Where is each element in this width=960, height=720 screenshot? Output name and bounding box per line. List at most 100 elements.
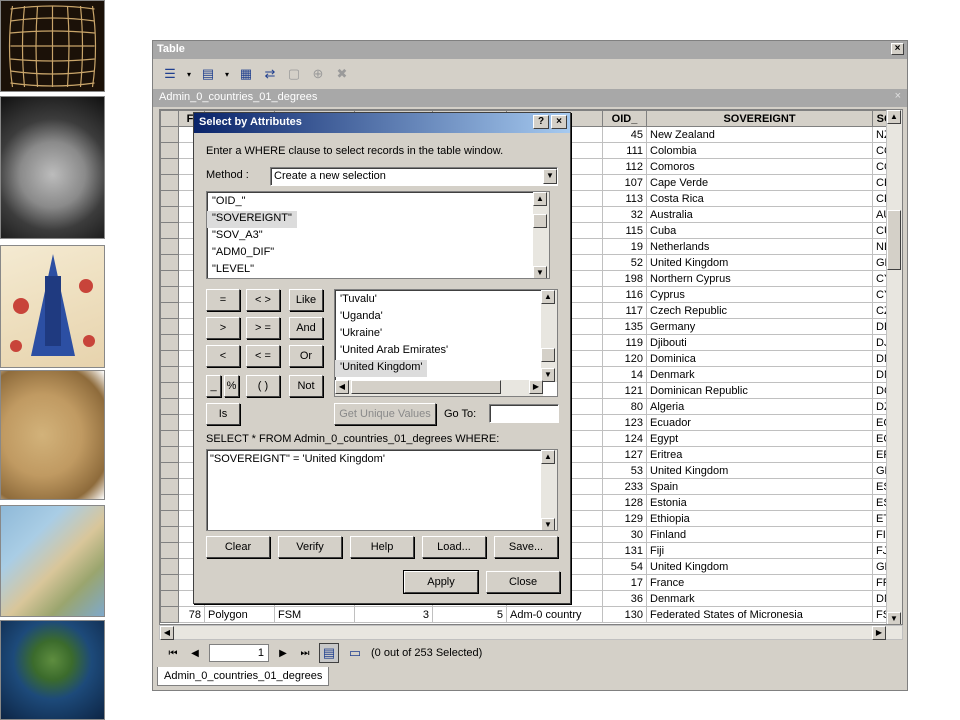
scroll-up-arrow-icon[interactable]: ▲ (887, 110, 901, 124)
cell-n2[interactable]: 5 (432, 606, 507, 623)
cell-sovereignt[interactable]: Finland (646, 526, 873, 543)
dropdown-arrow-icon[interactable]: ▾ (185, 65, 193, 83)
operator-less-equal-button[interactable]: < = (246, 345, 280, 367)
get-unique-values-button[interactable]: Get Unique Values (334, 403, 436, 425)
row-header[interactable] (160, 350, 179, 367)
thumb-grid-map[interactable] (0, 0, 105, 92)
method-dropdown-arrow-icon[interactable]: ▼ (543, 169, 557, 184)
cell-oid[interactable]: 107 (602, 174, 647, 191)
operator-is-button[interactable]: Is (206, 403, 240, 425)
cell-sovereignt[interactable]: Federated States of Micronesia (646, 606, 873, 623)
load-button[interactable]: Load... (422, 536, 486, 558)
fields-listbox[interactable]: "OID_" "SOVEREIGNT" "SOV_A3" "ADM0_DIF" … (206, 191, 550, 279)
row-header[interactable] (160, 558, 179, 575)
operator-and-button[interactable]: And (289, 317, 323, 339)
cell-sovereignt[interactable]: Egypt (646, 430, 873, 447)
table-vertical-scrollbar[interactable]: ▲ ▼ (886, 110, 902, 624)
cell-fid[interactable]: 78 (178, 606, 205, 623)
operator-or-button[interactable]: Or (289, 345, 323, 367)
scroll-down-arrow-icon[interactable]: ▼ (541, 368, 555, 382)
values-horizontal-scrollbar[interactable]: ◀ ▶ (335, 380, 543, 396)
value-item[interactable]: 'Uganda' (335, 309, 557, 326)
scroll-up-arrow-icon[interactable]: ▲ (541, 290, 555, 304)
table-horizontal-scrollbar[interactable]: ◀ ▶ (159, 625, 903, 640)
cell-sovereignt[interactable]: Denmark (646, 366, 873, 383)
row-header[interactable] (160, 142, 179, 159)
thumb-clay-tablet-map[interactable] (0, 96, 105, 239)
cell-oid[interactable]: 198 (602, 270, 647, 287)
row-header[interactable] (160, 478, 179, 495)
cell-oid[interactable]: 19 (602, 238, 647, 255)
cell-oid[interactable]: 115 (602, 222, 647, 239)
cell-sovereignt[interactable]: Ethiopia (646, 510, 873, 527)
value-item[interactable]: 'Ukraine' (335, 326, 557, 343)
cell-oid[interactable]: 124 (602, 430, 647, 447)
cell-oid[interactable]: 17 (602, 574, 647, 591)
row-header[interactable] (160, 334, 179, 351)
apply-button[interactable]: Apply (403, 570, 479, 594)
table-window-titlebar[interactable]: Table × (153, 41, 907, 59)
cell-sovereignt[interactable]: France (646, 574, 873, 591)
expression-scrollbar[interactable]: ▲ ▼ (541, 450, 557, 530)
cell-oid[interactable]: 117 (602, 302, 647, 319)
fields-scrollbar[interactable]: ▲ ▼ (533, 192, 549, 278)
field-item[interactable]: "SOV_A3" (207, 228, 549, 245)
row-header[interactable] (160, 526, 179, 543)
scroll-thumb[interactable] (351, 380, 501, 394)
row-header[interactable] (160, 510, 179, 527)
cell-sovereignt[interactable]: Spain (646, 478, 873, 495)
operator-less-button[interactable]: < (206, 345, 240, 367)
operator-percent-button[interactable]: % (224, 375, 239, 397)
scroll-down-arrow-icon[interactable]: ▼ (533, 266, 547, 278)
cell-oid[interactable]: 54 (602, 558, 647, 575)
cell-sovereignt[interactable]: Dominica (646, 350, 873, 367)
row-header[interactable] (160, 174, 179, 191)
field-item-selected[interactable]: "SOVEREIGNT" (207, 211, 297, 228)
row-header[interactable] (160, 414, 179, 431)
row-header[interactable] (160, 238, 179, 255)
thumb-medieval-map[interactable] (0, 245, 105, 368)
show-selected-records-icon[interactable]: ▭ (345, 643, 365, 663)
cell-oid[interactable]: 135 (602, 318, 647, 335)
verify-button[interactable]: Verify (278, 536, 342, 558)
scroll-down-arrow-icon[interactable]: ▼ (887, 612, 901, 624)
first-record-icon[interactable]: ⏮ (165, 648, 181, 659)
row-header[interactable] (160, 494, 179, 511)
zoom-to-selected-icon[interactable]: ⊕ (309, 65, 327, 83)
cell-sovereignt[interactable]: Australia (646, 206, 873, 223)
cell-sovereignt[interactable]: Eritrea (646, 446, 873, 463)
related-tables-icon[interactable]: ▤ (199, 65, 217, 83)
cell-oid[interactable]: 233 (602, 478, 647, 495)
cell-sovereignt[interactable]: Cape Verde (646, 174, 873, 191)
clear-selection-icon[interactable]: ▢ (285, 65, 303, 83)
dialog-titlebar[interactable]: Select by Attributes ? × (194, 113, 570, 133)
help-button[interactable]: Help (350, 536, 414, 558)
cell-sovereignt[interactable]: New Zealand (646, 126, 873, 143)
value-item[interactable]: 'United Arab Emirates' (335, 343, 557, 360)
row-header[interactable] (160, 318, 179, 335)
operator-greater-button[interactable]: > (206, 317, 240, 339)
cell-sovereignt[interactable]: Cuba (646, 222, 873, 239)
record-number-input[interactable]: 1 (209, 644, 269, 662)
scroll-up-arrow-icon[interactable]: ▲ (533, 192, 547, 206)
scroll-left-arrow-icon[interactable]: ◀ (335, 380, 349, 394)
row-header[interactable] (160, 222, 179, 239)
cell-sovereignt[interactable]: Ecuador (646, 414, 873, 431)
cell-oid[interactable]: 52 (602, 254, 647, 271)
row-header[interactable] (160, 206, 179, 223)
column-header-sovereignt[interactable]: SOVEREIGNT (646, 110, 873, 127)
column-header-oid[interactable]: OID_ (602, 110, 647, 127)
dialog-close-button[interactable]: × (551, 115, 567, 129)
cell-oid[interactable]: 14 (602, 366, 647, 383)
thumb-relief-map[interactable] (0, 505, 105, 617)
cell-sovereignt[interactable]: Netherlands (646, 238, 873, 255)
cell-oid[interactable]: 32 (602, 206, 647, 223)
cell-sovereignt[interactable]: Cyprus (646, 286, 873, 303)
field-item[interactable]: "ADM0_DIF" (207, 245, 549, 262)
cell-oid[interactable]: 113 (602, 190, 647, 207)
row-header[interactable] (160, 366, 179, 383)
cell-sovereignt[interactable]: Dominican Republic (646, 382, 873, 399)
cell-oid[interactable]: 111 (602, 142, 647, 159)
cell-sovereignt[interactable]: Colombia (646, 142, 873, 159)
row-header[interactable] (160, 446, 179, 463)
